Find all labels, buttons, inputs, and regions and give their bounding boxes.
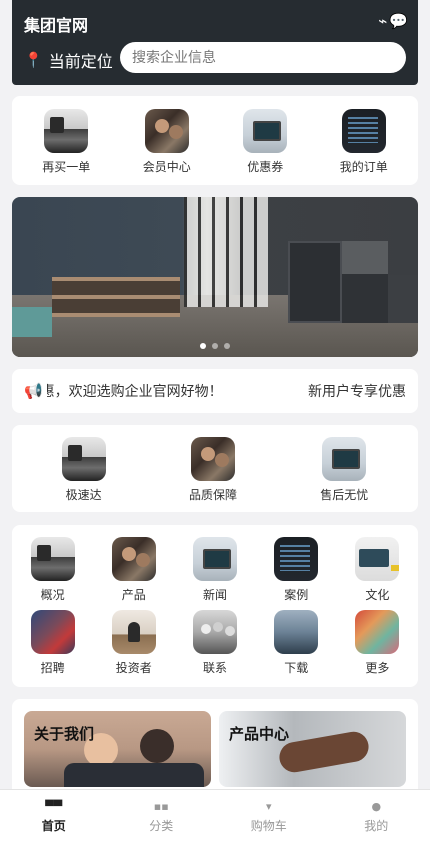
banner-oven xyxy=(342,241,388,323)
category-label: 新闻 xyxy=(202,588,227,602)
banner-bench xyxy=(12,307,52,337)
laptop-desk-icon xyxy=(355,537,400,581)
category-culture[interactable]: 文化 xyxy=(337,537,418,610)
cart-icon: ▾ xyxy=(265,799,272,813)
laptop-photo-icon xyxy=(322,437,367,481)
service-fast-delivery[interactable]: 极速达 xyxy=(61,437,106,512)
tab-category[interactable]: ▪▪ 分类 xyxy=(108,790,216,844)
team-photo-icon xyxy=(111,537,156,581)
category-label: 文化 xyxy=(365,588,390,602)
banner-dot[interactable] xyxy=(212,343,218,349)
category-label: 概况 xyxy=(40,588,65,602)
chat-icon[interactable]: 💬 xyxy=(389,12,408,30)
laptop-photo-icon xyxy=(243,109,288,153)
service-after-sales[interactable]: 售后无忧 xyxy=(320,437,368,512)
service-label: 极速达 xyxy=(65,488,102,502)
grid-icon: ▪▪ xyxy=(153,799,169,813)
category-label: 产品 xyxy=(121,588,146,602)
office-desk-icon xyxy=(61,437,106,481)
team-photo-icon xyxy=(144,109,189,153)
banner-dot[interactable] xyxy=(224,343,230,349)
landscape-photo-icon xyxy=(274,610,319,654)
banner-hallway xyxy=(184,197,268,307)
quick-link-rebuy[interactable]: 再买一单 xyxy=(42,109,90,185)
location-pin-icon: 📍 xyxy=(24,51,43,69)
notice-text: 专享优惠，欢迎选购企业官网好物！ xyxy=(46,384,223,400)
office-desk-icon xyxy=(30,537,75,581)
service-label: 品质保障 xyxy=(188,488,237,502)
category-cases[interactable]: 案例 xyxy=(256,537,337,610)
category-label: 案例 xyxy=(284,588,309,602)
notice-marquee[interactable]: 专享优惠，欢迎选购企业官网好物！ xyxy=(47,381,294,401)
tab-label: 我的 xyxy=(364,818,389,833)
group-photo-icon xyxy=(192,610,237,654)
category-contact[interactable]: 联系 xyxy=(174,610,255,683)
category-label: 下载 xyxy=(284,661,309,675)
tab-label: 首页 xyxy=(41,818,66,833)
code-screen-icon xyxy=(274,537,319,581)
category-download[interactable]: 下载 xyxy=(256,610,337,683)
user-icon: ● xyxy=(371,799,382,813)
hero-banner[interactable] xyxy=(12,197,418,357)
category-label: 更多 xyxy=(365,661,390,675)
art-photo-icon xyxy=(355,610,400,654)
category-investors[interactable]: 投资者 xyxy=(93,610,174,683)
banner-pagination xyxy=(200,343,230,349)
location-label: 当前定位 xyxy=(48,52,113,71)
category-grid: 概况 产品 新闻 案例 文化 招聘 投资者 联系 下载 更多 xyxy=(12,525,418,687)
team-photo-icon xyxy=(190,437,235,481)
promo-title: 关于我们 xyxy=(34,725,95,743)
brand-title: 集团官网 xyxy=(24,16,89,35)
quick-links-card: 再买一单 会员中心 优惠券 我的订单 xyxy=(12,96,418,185)
quick-link-label: 再买一单 xyxy=(42,160,91,174)
tab-home[interactable]: ▀▀ 首页 xyxy=(0,790,108,844)
search-input[interactable] xyxy=(120,42,406,73)
services-card: 极速达 品质保障 售后无忧 xyxy=(12,425,418,512)
quick-link-orders[interactable]: 我的订单 xyxy=(340,109,388,185)
tab-label: 购物车 xyxy=(250,818,287,833)
notice-bar: 📢 专享优惠，欢迎选购企业官网好物！ 新用户专享优惠 xyxy=(12,369,418,413)
current-location[interactable]: 📍 当前定位 xyxy=(24,48,113,72)
office-desk-icon xyxy=(44,109,89,153)
promo-about-us[interactable]: 关于我们 xyxy=(24,711,211,787)
quick-link-coupon[interactable]: 优惠券 xyxy=(243,109,288,185)
code-screen-icon xyxy=(341,109,386,153)
banner-shelf xyxy=(52,277,180,317)
quick-link-member[interactable]: 会员中心 xyxy=(143,109,191,185)
top-header: 集团官网 ⌁ 💬 📍 当前定位 xyxy=(12,0,418,85)
tab-profile[interactable]: ● 我的 xyxy=(323,790,430,844)
service-quality[interactable]: 品质保障 xyxy=(189,437,237,512)
home-icon: ▀▀ xyxy=(45,799,63,813)
quick-link-label: 优惠券 xyxy=(247,160,284,174)
header-icons: ⌁ 💬 xyxy=(378,12,408,30)
quick-link-label: 我的订单 xyxy=(339,160,388,174)
tab-cart[interactable]: ▾ 购物车 xyxy=(215,790,323,844)
category-jobs[interactable]: 招聘 xyxy=(12,610,93,683)
category-label: 招聘 xyxy=(40,661,65,675)
quick-link-label: 会员中心 xyxy=(142,160,191,174)
category-products[interactable]: 产品 xyxy=(93,537,174,610)
notice-new-user-link[interactable]: 新用户专享优惠 xyxy=(308,381,406,401)
tab-label: 分类 xyxy=(149,818,174,833)
link-icon[interactable]: ⌁ xyxy=(378,12,387,30)
banner-dot-active[interactable] xyxy=(200,343,206,349)
megaphone-icon: 📢 xyxy=(24,382,43,400)
laptop-photo-icon xyxy=(192,537,237,581)
meeting-photo-icon xyxy=(30,610,75,654)
category-overview[interactable]: 概况 xyxy=(12,537,93,610)
category-label: 投资者 xyxy=(115,661,152,675)
promo-section: 关于我们 产品中心 xyxy=(12,699,418,799)
banner-counter xyxy=(388,275,418,323)
service-label: 售后无忧 xyxy=(320,488,369,502)
office-worker-icon xyxy=(111,610,156,654)
category-more[interactable]: 更多 xyxy=(337,610,418,683)
bottom-tab-bar: ▀▀ 首页 ▪▪ 分类 ▾ 购物车 ● 我的 xyxy=(0,789,430,844)
banner-fridge xyxy=(288,241,342,323)
promo-title: 产品中心 xyxy=(229,725,290,743)
promo-product-center[interactable]: 产品中心 xyxy=(219,711,406,787)
category-label: 联系 xyxy=(202,661,227,675)
category-news[interactable]: 新闻 xyxy=(174,537,255,610)
